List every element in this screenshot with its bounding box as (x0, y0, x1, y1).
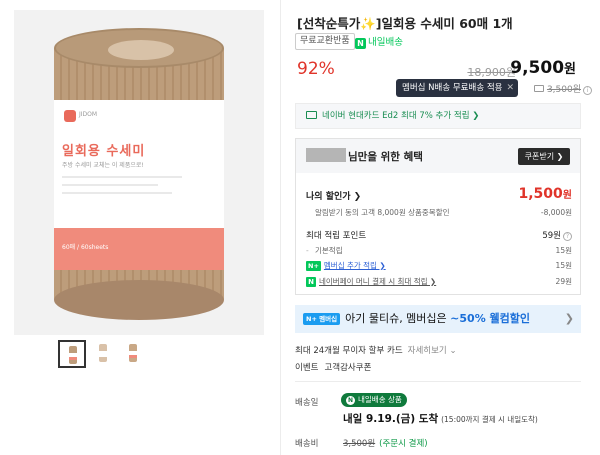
product-title: [선착순특가✨]일회용 수세미 60매 1개 (297, 16, 513, 31)
credit-card-icon (306, 111, 317, 119)
my-discount-row[interactable]: 나의 할인가 ❯ 1,500원 (306, 186, 573, 202)
naverpay-icon: N (306, 277, 316, 287)
package-subtitle: 주방 수세미 교체는 이 제품으로! (62, 162, 144, 169)
tomorrow-delivery-badge: N 내일배송 상품 (341, 393, 407, 407)
thumbnail-1[interactable] (58, 340, 86, 368)
shipping-fee-label: 배송비 (295, 439, 319, 449)
package-band: 60매 / 60sheets (54, 228, 224, 270)
membership-points-row[interactable]: N+ 멤버십 추가 적립 ❯ 15원 (306, 260, 572, 271)
naver-n-icon: N (346, 396, 355, 405)
shipping-fee-detail: 3,500원 (주문시 결제) (343, 439, 428, 449)
package-title: 일회용 수세미 (62, 144, 146, 159)
package-brand: JIDOM (79, 111, 98, 118)
installment-details-link[interactable]: 자세히보기 ⌄ (408, 346, 457, 356)
benefit-title: 님만을 위한 혜택 (348, 151, 423, 163)
brand-logo-icon (64, 110, 76, 122)
basic-points-row: - 기본적립 15원 (306, 246, 572, 255)
main-product-image[interactable]: JIDOM 일회용 수세미 주방 수세미 교체는 이 제품으로! 60매 / 6… (14, 10, 264, 335)
masked-username (306, 148, 346, 162)
alert-discount-row: 알림받기 동의 고객 8,000원 상품중복할인 -8,000원 (315, 208, 572, 217)
product-gallery: JIDOM 일회용 수세미 주방 수세미 교체는 이 제품으로! 60매 / 6… (0, 0, 268, 455)
close-icon[interactable]: ✕ (506, 79, 514, 97)
max-points-value: 59원? (542, 229, 572, 241)
naverpay-points-row[interactable]: N 네이버페이 머니 결제 시 최대 적립 ❯ 29원 (306, 276, 572, 287)
max-points-row: 최대 적립 포인트 59원? (306, 229, 572, 241)
sale-price: 9,500원 (510, 58, 576, 78)
membership-promo-banner[interactable]: N+ 멤버십 아기 물티슈, 멤버십은 ~50% 웰컴할인 ❯ (295, 305, 581, 333)
membership-shipping-tooltip: 멤버십 N배송 무료배송 적용 ✕ (396, 79, 518, 97)
naver-plus-membership-tag: N+ 멤버십 (303, 313, 341, 325)
shipping-fee-summary: 3,500원 i (533, 82, 592, 95)
info-icon[interactable]: i (583, 86, 592, 95)
delivery-date-label: 배송일 (295, 398, 319, 408)
naver-plus-badge-icon: N+ (306, 261, 321, 271)
my-discount-price: 1,500원 (518, 186, 573, 202)
free-return-chip[interactable]: 무료교환반품 (295, 33, 355, 50)
thumbnail-3[interactable] (120, 340, 148, 368)
package-label: JIDOM 일회용 수세미 주방 수세미 교체는 이 제품으로! 60매 / 6… (54, 100, 224, 270)
installment-row: 최대 24개월 무이자 할부 카드 자세히보기 ⌄ (295, 346, 457, 356)
truck-icon (533, 85, 544, 92)
divider (295, 381, 581, 382)
package-band-text: 60매 / 60sheets (62, 244, 109, 251)
event-coupon-link[interactable]: 고객감사쿠폰 (324, 363, 371, 373)
discount-rate: 92% (297, 59, 335, 79)
chevron-right-icon: ❯ (564, 312, 574, 325)
help-icon[interactable]: ? (563, 232, 572, 241)
benefit-header: 님만을 위한 혜택 쿠폰받기 ❯ (296, 139, 580, 173)
personal-benefit-box: 님만을 위한 혜택 쿠폰받기 ❯ 나의 할인가 ❯ 1,500원 알림받기 동의… (295, 138, 581, 295)
original-price: 18,900원 (467, 66, 516, 79)
tomorrow-delivery-chip[interactable]: N 내일배송 (355, 34, 403, 49)
event-row: 이벤트 고객감사쿠폰 (295, 363, 372, 373)
product-roll-illustration: JIDOM 일회용 수세미 주방 수세미 교체는 이 제품으로! 60매 / 6… (54, 28, 224, 320)
card-benefit-banner[interactable]: 네이버 현대카드 Ed2 최대 7% 추가 적립 ❯ (295, 103, 581, 129)
naver-n-icon: N (355, 38, 366, 49)
arrival-date: 내일 9.19.(금) 도착 (15:00까지 결제 시 내일도착) (343, 413, 538, 425)
product-info-panel: [선착순특가✨]일회용 수세미 60매 1개 무료교환반품 N 내일배송 92% … (280, 0, 600, 455)
thumbnail-2[interactable] (90, 340, 118, 368)
get-coupon-button[interactable]: 쿠폰받기 ❯ (518, 148, 570, 165)
